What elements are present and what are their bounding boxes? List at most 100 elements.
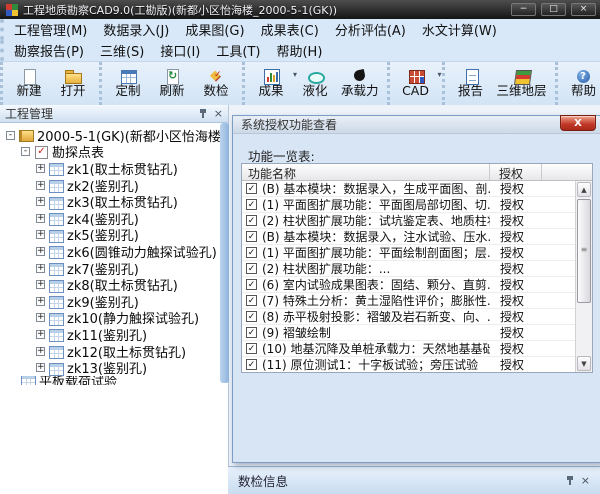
pin-icon[interactable] (565, 475, 575, 486)
table-scrollbar[interactable]: ▲ ≡ ▼ (575, 181, 592, 372)
checkbox-checked[interactable]: ✓ (246, 215, 257, 226)
tree-scrollbar[interactable] (220, 123, 229, 383)
collapse-icon[interactable]: - (6, 130, 15, 140)
checkbox-checked[interactable]: ✓ (246, 263, 257, 274)
feature-row[interactable]: ✓ (2) 柱状图扩展功能：... 授权 (242, 261, 592, 277)
cad-button[interactable]: CAD ▾ (394, 62, 442, 105)
tree-item[interactable]: - 勘探点表 (2, 144, 228, 160)
expand-icon[interactable]: + (36, 329, 45, 339)
strata-3d-button[interactable]: 三维地层 (493, 62, 551, 105)
menu-item[interactable]: 勘察报告(P) (14, 41, 84, 60)
tree-item[interactable]: + zk11(鉴别孔) (2, 326, 228, 343)
panel-close-icon[interactable]: × (214, 108, 223, 119)
tree-item[interactable]: + zk1(取土标贯钻孔) (2, 160, 228, 177)
pin-icon[interactable] (198, 108, 208, 119)
feature-row[interactable]: ✓ (2) 柱状图扩展功能：试坑鉴定表、地质柱状图 授权 (242, 213, 592, 229)
tree-item[interactable]: + zk5(鉴别孔) (2, 227, 228, 243)
data-check-icon (208, 68, 224, 84)
menu-item[interactable]: 水文计算(W) (422, 20, 497, 39)
expand-icon[interactable]: + (36, 163, 45, 173)
menu-item[interactable]: 数据录入(J) (103, 20, 169, 39)
checkbox-checked[interactable]: ✓ (246, 311, 257, 322)
feature-row[interactable]: ✓ (11) 原位测试1：十字板试验；旁压试验 授权 (242, 357, 592, 372)
open-folder-button[interactable]: 打开 (51, 62, 95, 105)
checkbox-checked[interactable]: ✓ (246, 343, 257, 354)
expand-icon[interactable]: + (36, 197, 45, 207)
liquefaction-button[interactable]: 液化 (293, 62, 337, 105)
expand-icon[interactable]: + (36, 346, 45, 356)
menu-item[interactable]: 工具(T) (216, 41, 260, 60)
feature-row[interactable]: ✓ (9) 褶皱绘制 授权 (242, 325, 592, 341)
menu-item[interactable]: 三维(S) (100, 41, 144, 60)
tree-item[interactable]: + zk9(鉴别孔) (2, 293, 228, 310)
checkbox-checked[interactable]: ✓ (246, 359, 257, 370)
tree-item[interactable]: + zk2(鉴别孔) (2, 177, 228, 193)
menu-item[interactable]: 成果表(C) (261, 20, 319, 39)
dialog-close-button[interactable]: X (560, 115, 596, 131)
feature-row[interactable]: ✓ (1) 平面图扩展功能：平面图局部切图、切... 授权 (242, 197, 592, 213)
refresh-button[interactable]: 刷新 (150, 62, 194, 105)
tree-item[interactable]: + zk3(取土标贯钻孔) (2, 193, 228, 210)
maximize-button[interactable]: □ (541, 3, 566, 16)
feature-row[interactable]: ✓ (6) 室内试验成果图表：固结、颗分、直剪... 授权 (242, 277, 592, 293)
menu-item[interactable]: 工程管理(M) (14, 20, 87, 39)
table-icon (21, 375, 36, 385)
expand-icon[interactable]: + (36, 213, 45, 223)
checkbox-checked[interactable]: ✓ (246, 247, 257, 258)
menu-item[interactable]: 分析评估(A) (335, 20, 406, 39)
expand-icon[interactable]: + (36, 246, 45, 256)
tree-item[interactable]: + zk8(取土标贯钻孔) (2, 276, 228, 293)
feature-row[interactable]: ✓ (8) 赤平极射投影：褶皱及岩石新变、向、... 授权 (242, 309, 592, 325)
feature-row[interactable]: ✓ (B) 基本模块：数据录入，生成平面图、剖... 授权 (242, 181, 592, 197)
new-file-button[interactable]: 新建 (7, 62, 51, 105)
checkbox-checked[interactable]: ✓ (246, 295, 257, 306)
scrollbar-thumb[interactable]: ≡ (577, 199, 591, 303)
data-check-panel-title: 数检信息 (238, 474, 289, 489)
tree-item[interactable]: 平板载荷试验 (2, 375, 228, 385)
expand-icon[interactable]: + (36, 263, 45, 273)
collapse-icon[interactable]: - (21, 147, 30, 157)
menu-item[interactable]: 帮助(H) (276, 41, 322, 60)
expand-icon[interactable]: + (36, 313, 45, 323)
tree-item[interactable]: + zk13(鉴别孔) (2, 359, 228, 376)
bearing-capacity-button[interactable]: 承载力 (337, 62, 383, 105)
feature-row[interactable]: ✓ (1) 平面图扩展功能：平面绘制剖面图；层... 授权 (242, 245, 592, 261)
auth-status: 授权 (500, 358, 525, 372)
expand-icon[interactable]: + (36, 280, 45, 290)
results-button[interactable]: 成果 ▾ (249, 62, 297, 105)
report-button[interactable]: 报告 (449, 62, 493, 105)
checkbox-checked[interactable]: ✓ (246, 327, 257, 338)
tree-item[interactable]: + zk6(圆锥动力触探试验孔) (2, 243, 228, 260)
tree-item[interactable]: - 2000-5-1(GK)(新都小区怡海楼 (2, 127, 228, 144)
cad-icon (408, 69, 425, 84)
feature-row[interactable]: ✓ (B) 基本模块：数据录入，注水试验、压水... 授权 (242, 229, 592, 245)
data-check-button[interactable]: 数检 (194, 62, 238, 105)
expand-icon[interactable]: + (36, 296, 45, 306)
menu-item[interactable]: 成果图(G) (185, 20, 244, 39)
scroll-down-icon[interactable]: ▼ (577, 356, 591, 371)
dropdown-caret-icon[interactable]: ▾ (438, 70, 442, 79)
feature-row[interactable]: ✓ (7) 特殊土分析：黄土湿陷性评价；膨胀性... 授权 (242, 293, 592, 309)
checkbox-checked[interactable]: ✓ (246, 199, 257, 210)
minimize-button[interactable]: − (511, 3, 536, 16)
expand-icon[interactable]: + (36, 230, 45, 240)
menu-bar: 工程管理(M) 数据录入(J) 成果图(G) 成果表(C) 分析评估(A) 水文计算(W)… (0, 19, 600, 62)
expand-icon[interactable]: + (36, 180, 45, 190)
column-header-auth[interactable]: 授权 (490, 164, 542, 181)
help-button[interactable]: 帮助 (562, 62, 600, 105)
feature-row[interactable]: ✓ (10) 地基沉降及单桩承载力：天然地基基础... 授权 (242, 341, 592, 357)
checkbox-checked[interactable]: ✓ (246, 231, 257, 242)
tree-item[interactable]: + zk10(静力触探试验孔) (2, 310, 228, 326)
menu-item[interactable]: 接口(I) (160, 41, 200, 60)
column-header-name[interactable]: 功能名称 (242, 164, 490, 181)
tree-item[interactable]: + zk4(鉴别孔) (2, 210, 228, 227)
checkbox-checked[interactable]: ✓ (246, 183, 257, 194)
checkbox-checked[interactable]: ✓ (246, 279, 257, 290)
close-button[interactable]: × (571, 3, 596, 16)
tree-item[interactable]: + zk12(取土标贯钻孔) (2, 343, 228, 359)
panel-close-icon[interactable]: × (581, 475, 590, 486)
expand-icon[interactable]: + (36, 363, 45, 373)
scroll-up-icon[interactable]: ▲ (577, 182, 591, 197)
customize-button[interactable]: 定制 (106, 62, 150, 105)
tree-item[interactable]: + zk7(鉴别孔) (2, 260, 228, 276)
